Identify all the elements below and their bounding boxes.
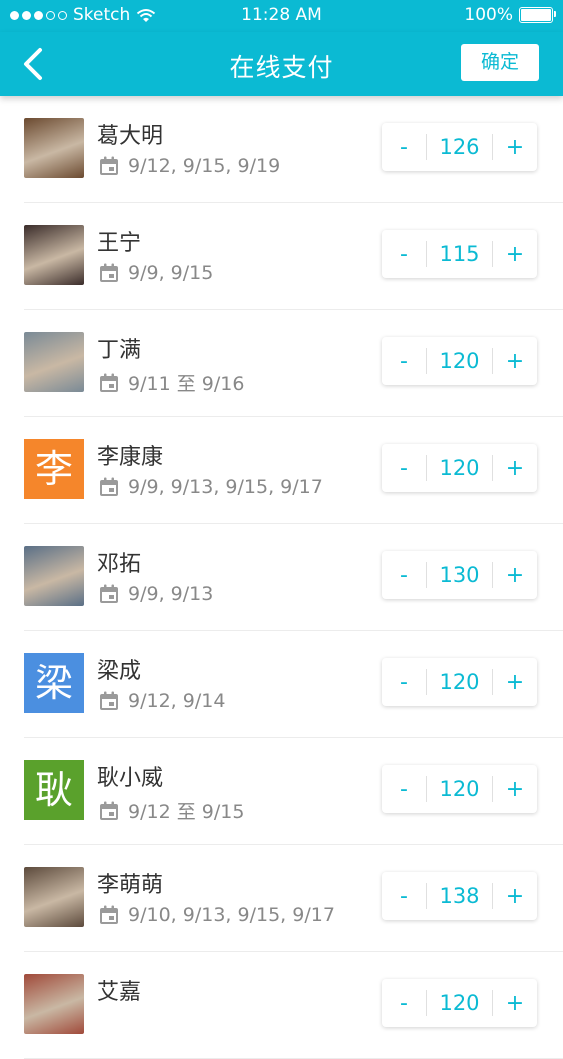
stepper-value[interactable]: 120 <box>427 456 492 480</box>
increment-button[interactable]: + <box>493 135 537 160</box>
contact-name: 梁成 <box>97 659 142 684</box>
calendar-icon <box>100 156 118 175</box>
list-item: 邓拓 9/9, 9/13 -130 + <box>0 524 563 631</box>
increment-button[interactable]: + <box>493 991 537 1016</box>
nav-bar: 在线支付 确定 <box>0 32 563 96</box>
decrement-button[interactable]: - <box>382 777 426 802</box>
avatar: 耿 <box>24 760 84 820</box>
date-row: 9/9, 9/13, 9/15, 9/17 <box>98 476 323 498</box>
contact-name: 葛大明 <box>97 124 164 149</box>
contact-name: 李萌萌 <box>97 873 164 898</box>
decrement-button[interactable]: - <box>382 349 426 374</box>
calendar-icon <box>100 373 118 392</box>
date-row: 9/10, 9/13, 9/15, 9/17 <box>98 904 335 926</box>
calendar-icon <box>100 477 118 496</box>
avatar-letter: 耿 <box>34 768 73 812</box>
quantity-stepper: -138 + <box>382 872 537 920</box>
increment-button[interactable]: + <box>493 242 537 267</box>
confirm-button[interactable]: 确定 <box>461 44 539 81</box>
decrement-button[interactable]: - <box>382 991 426 1016</box>
list-item: 葛大明 9/12, 9/15, 9/19 -126 + <box>0 96 563 203</box>
contact-name: 艾嘉 <box>97 980 142 1005</box>
stepper-value[interactable]: 138 <box>427 884 492 908</box>
contact-name: 邓拓 <box>97 552 142 577</box>
quantity-stepper: -120 + <box>382 979 537 1027</box>
dates-text: 9/12 至 9/15 <box>128 801 245 823</box>
stepper-value[interactable]: 120 <box>427 349 492 373</box>
quantity-stepper: -120 + <box>382 658 537 706</box>
increment-button[interactable]: + <box>493 563 537 588</box>
avatar-letter: 梁 <box>34 661 73 705</box>
dates-text: 9/11 至 9/16 <box>128 373 245 395</box>
calendar-icon <box>100 584 118 603</box>
calendar-icon <box>100 691 118 710</box>
decrement-button[interactable]: - <box>382 242 426 267</box>
avatar-letter: 李 <box>34 447 73 491</box>
dates-text: 9/12, 9/14 <box>128 690 226 712</box>
calendar-icon <box>100 263 118 282</box>
quantity-stepper: -120 + <box>382 337 537 385</box>
avatar <box>24 867 84 927</box>
avatar: 梁 <box>24 653 84 713</box>
avatar <box>24 225 84 285</box>
increment-button[interactable]: + <box>493 884 537 909</box>
list-item: 李李康康 9/9, 9/13, 9/15, 9/17 -120 + <box>0 417 563 524</box>
decrement-button[interactable]: - <box>382 670 426 695</box>
decrement-button[interactable]: - <box>382 563 426 588</box>
date-row: 9/11 至 9/16 <box>98 369 244 396</box>
quantity-stepper: -120 + <box>382 444 537 492</box>
quantity-stepper: -115 + <box>382 230 537 278</box>
increment-button[interactable]: + <box>493 670 537 695</box>
quantity-stepper: -130 + <box>382 551 537 599</box>
stepper-value[interactable]: 126 <box>427 135 492 159</box>
increment-button[interactable]: + <box>493 456 537 481</box>
date-row: 9/12, 9/14 <box>98 690 225 712</box>
list-item: 王宁 9/9, 9/15 -115 + <box>0 203 563 310</box>
avatar <box>24 546 84 606</box>
dates-text: 9/12, 9/15, 9/19 <box>128 155 281 177</box>
dates-text: 9/9, 9/13, 9/15, 9/17 <box>128 476 323 498</box>
list-item: 李萌萌 9/10, 9/13, 9/15, 9/17 -138 + <box>0 845 563 952</box>
stepper-value[interactable]: 120 <box>427 670 492 694</box>
status-bar: Sketch 11:28 AM 100% <box>0 0 563 32</box>
avatar <box>24 974 84 1034</box>
list-item: 丁满 9/11 至 9/16 -120 + <box>0 310 563 417</box>
calendar-icon <box>100 905 118 924</box>
stepper-value[interactable]: 120 <box>427 991 492 1015</box>
date-row: 9/9, 9/13 <box>98 583 213 605</box>
contact-list: 葛大明 9/12, 9/15, 9/19-126 + 王宁 9/9, 9/15-115 +… <box>0 96 563 1059</box>
calendar-icon <box>100 801 118 820</box>
quantity-stepper: -126 + <box>382 123 537 171</box>
list-item: 耿耿小威 9/12 至 9/15 -120 + <box>0 738 563 845</box>
contact-name: 王宁 <box>97 231 142 256</box>
list-item: 梁梁成 9/12, 9/14 -120 + <box>0 631 563 738</box>
status-right: 100% <box>464 5 556 25</box>
decrement-button[interactable]: - <box>382 135 426 160</box>
quantity-stepper: -120 + <box>382 765 537 813</box>
increment-button[interactable]: + <box>493 777 537 802</box>
list-item: 艾嘉 -120 + <box>0 952 563 1059</box>
battery-percent: 100% <box>464 5 513 25</box>
date-row: 9/12, 9/15, 9/19 <box>98 155 280 177</box>
dates-text: 9/9, 9/15 <box>128 262 214 284</box>
stepper-value[interactable]: 120 <box>427 777 492 801</box>
dates-text: 9/9, 9/13 <box>128 583 214 605</box>
contact-name: 丁满 <box>97 338 142 363</box>
date-row: 9/12 至 9/15 <box>98 797 244 824</box>
avatar: 李 <box>24 439 84 499</box>
contact-name: 李康康 <box>97 445 164 470</box>
contact-name: 耿小威 <box>97 766 164 791</box>
date-row: 9/9, 9/15 <box>98 262 213 284</box>
stepper-value[interactable]: 115 <box>427 242 492 266</box>
decrement-button[interactable]: - <box>382 884 426 909</box>
decrement-button[interactable]: - <box>382 456 426 481</box>
avatar <box>24 118 84 178</box>
avatar <box>24 332 84 392</box>
battery-icon <box>519 7 556 23</box>
stepper-value[interactable]: 130 <box>427 563 492 587</box>
increment-button[interactable]: + <box>493 349 537 374</box>
dates-text: 9/10, 9/13, 9/15, 9/17 <box>128 904 335 926</box>
